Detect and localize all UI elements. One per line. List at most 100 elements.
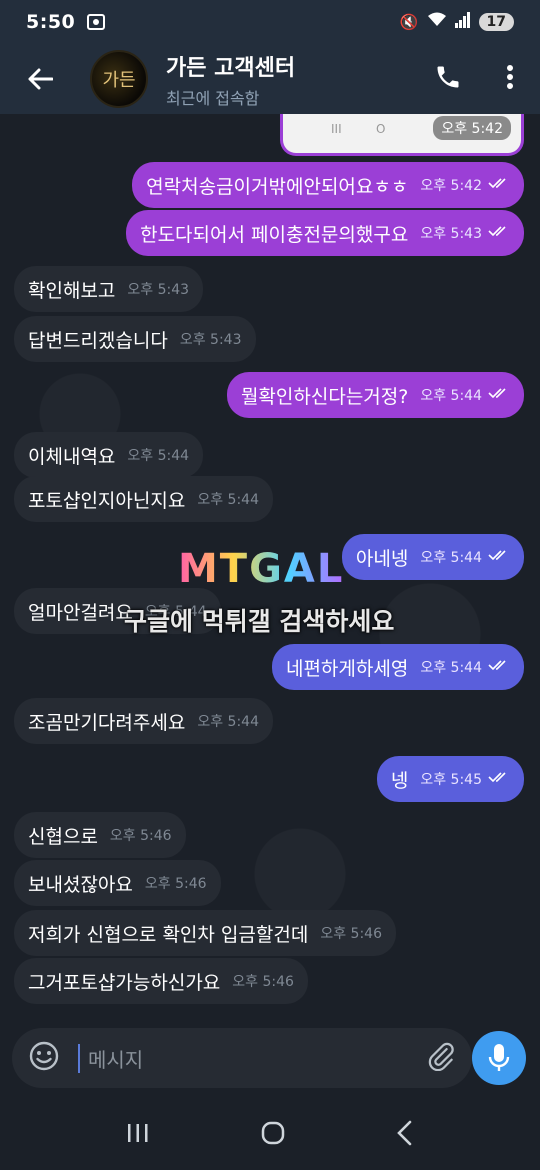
outgoing-message[interactable]: 뭘확인하신다는거정? 오후 5:44	[226, 372, 524, 418]
status-bar: 5:50 🔇 17	[0, 0, 540, 44]
message-time: 오후 5:46	[320, 926, 382, 942]
watermark-logo: MTGAL	[178, 546, 345, 592]
message-meta: 오후 5:42	[420, 175, 510, 195]
message-text: 얼마안걸려요	[28, 601, 133, 624]
attach-button[interactable]	[426, 1041, 456, 1075]
message-meta: 오후 5:46	[110, 825, 172, 845]
message-time: 오후 5:45	[420, 772, 482, 788]
system-nav-bar	[0, 1100, 540, 1170]
back-button[interactable]	[20, 59, 60, 99]
outgoing-message[interactable]: 연락처송금이거밖에안되어요ㅎㅎ 오후 5:42	[132, 162, 524, 208]
image-thumbnail-icon: III O	[331, 122, 386, 136]
message-meta: 오후 5:44	[420, 385, 510, 405]
nav-back-button[interactable]	[395, 1120, 415, 1150]
recent-apps-button[interactable]	[125, 1122, 151, 1148]
phone-icon	[437, 66, 459, 88]
signal-icon	[454, 12, 471, 32]
watermark-text: 구글에 먹튀갤 검색하세요	[124, 607, 395, 636]
message-time: 오후 5:44	[420, 388, 482, 404]
outgoing-message[interactable]: 아네넹 오후 5:44	[341, 534, 524, 580]
message-meta: 오후 5:43	[127, 279, 189, 299]
screenshot-icon	[87, 14, 106, 30]
incoming-message[interactable]: 신협으로 오후 5:46	[14, 812, 186, 858]
message-text: 넹	[390, 769, 409, 792]
incoming-message[interactable]: 답변드리겠습니다 오후 5:43	[14, 316, 256, 362]
outgoing-message[interactable]: 한도다되어서 페이충전문의했구요 오후 5:43	[126, 210, 524, 256]
back-arrow-icon	[28, 68, 53, 90]
message-time: 오후 5:43	[420, 226, 482, 242]
message-text: 조곰만기다려주세요	[28, 711, 186, 734]
emoji-icon	[29, 1041, 59, 1071]
message-text: 네편하게하세영	[285, 657, 409, 680]
incoming-message[interactable]: 확인해보고 오후 5:43	[14, 266, 204, 312]
incoming-message[interactable]: 그거포토샵가능하신가요 오후 5:46	[14, 958, 308, 1004]
voice-record-button[interactable]	[472, 1026, 526, 1090]
home-button[interactable]	[260, 1120, 286, 1150]
outgoing-message[interactable]: 넹 오후 5:45	[376, 756, 524, 802]
status-time: 5:50	[26, 11, 76, 33]
nav-back-icon	[397, 1120, 412, 1146]
message-text: 저희가 신협으로 확인차 입금할건데	[28, 923, 309, 946]
message-text: 뭘확인하신다는거정?	[240, 385, 409, 408]
message-time: 오후 5:44	[420, 660, 482, 676]
message-text: 이체내역요	[28, 445, 116, 468]
image-message-time: 오후 5:42	[433, 116, 511, 140]
message-meta: 오후 5:46	[320, 923, 382, 943]
message-meta: 오후 5:46	[232, 971, 294, 991]
read-receipt-icon	[488, 225, 510, 241]
message-meta: 오후 5:44	[127, 445, 189, 465]
message-text: 답변드리겠습니다	[28, 329, 168, 352]
call-button[interactable]	[434, 63, 462, 95]
read-receipt-icon	[488, 659, 510, 675]
read-receipt-icon	[488, 549, 510, 565]
header-actions	[434, 63, 514, 95]
image-message-partial[interactable]: III O 오후 5:42	[280, 114, 524, 156]
message-meta: 오후 5:44	[197, 711, 259, 731]
recent-apps-icon	[127, 1124, 148, 1142]
read-receipt-icon	[488, 771, 510, 787]
emoji-button[interactable]	[28, 1040, 60, 1076]
incoming-message[interactable]: 저희가 신협으로 확인차 입금할건데 오후 5:46	[14, 910, 396, 956]
chat-title-block[interactable]: 가든 고객센터 최근에 접속함	[166, 50, 295, 109]
more-menu-button[interactable]	[506, 64, 514, 94]
message-text: 한도다되어서 페이충전문의했구요	[140, 223, 409, 246]
paperclip-icon	[428, 1042, 454, 1072]
message-meta: 오후 5:43	[180, 329, 242, 349]
message-meta: 오후 5:43	[420, 223, 510, 243]
message-text: 확인해보고	[28, 279, 116, 302]
message-input-bar[interactable]: 메시지	[12, 1028, 472, 1088]
outgoing-message[interactable]: 네편하게하세영 오후 5:44	[271, 644, 524, 690]
mic-button-circle	[472, 1031, 526, 1085]
message-time: 오후 5:44	[197, 492, 259, 508]
incoming-message[interactable]: 포토샵인지아닌지요 오후 5:44	[14, 476, 273, 522]
status-icons: 🔇 17	[400, 12, 514, 32]
message-meta: 오후 5:46	[145, 873, 207, 893]
message-time: 오후 5:42	[420, 178, 482, 194]
incoming-message[interactable]: 조곰만기다려주세요 오후 5:44	[14, 698, 273, 744]
message-meta: 오후 5:45	[420, 769, 510, 789]
incoming-message[interactable]: 보내셨잖아요 오후 5:46	[14, 860, 221, 906]
battery-level: 17	[478, 13, 514, 31]
incoming-message[interactable]: 이체내역요 오후 5:44	[14, 432, 204, 478]
message-text: 포토샵인지아닌지요	[28, 489, 186, 512]
message-time: 오후 5:46	[144, 876, 207, 892]
mute-icon: 🔇	[399, 13, 419, 31]
message-time: 오후 5:44	[127, 448, 190, 464]
message-meta: 오후 5:44	[197, 489, 259, 509]
message-meta: 오후 5:44	[420, 657, 510, 677]
message-input[interactable]: 메시지	[78, 1043, 143, 1073]
chat-header: 가든 가든 고객센터 최근에 접속함	[0, 44, 540, 114]
microphone-icon	[488, 1044, 510, 1071]
message-time: 오후 5:46	[232, 974, 294, 990]
avatar[interactable]: 가든	[90, 50, 148, 108]
message-list[interactable]: III O 오후 5:42 연락처송금이거밖에안되어요ㅎㅎ 오후 5:42 한도다되…	[0, 114, 540, 1026]
chat-subtitle: 최근에 접속함	[166, 88, 260, 108]
message-text: 보내셨잖아요	[28, 873, 133, 896]
wifi-icon	[427, 12, 447, 32]
message-time: 오후 5:43	[179, 332, 242, 348]
message-time: 오후 5:44	[420, 550, 482, 566]
message-text: 연락처송금이거밖에안되어요ㅎㅎ	[146, 175, 409, 198]
chat-title: 가든 고객센터	[166, 55, 296, 81]
message-text: 아네넹	[355, 547, 409, 570]
home-icon	[261, 1121, 285, 1145]
